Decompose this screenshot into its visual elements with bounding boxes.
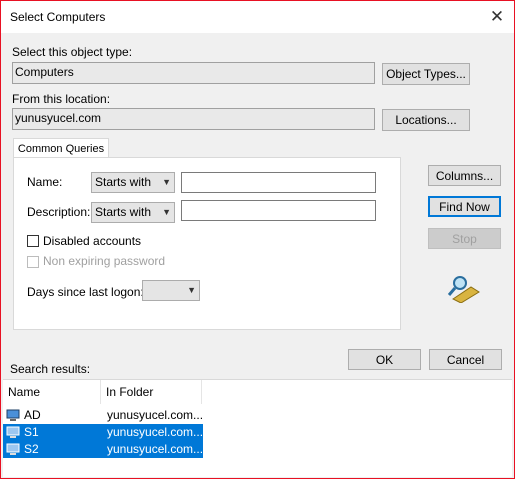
table-row[interactable]: AD yunusyucel.com...: [3, 407, 203, 424]
magnifier-search-icon: [447, 273, 481, 304]
select-computers-dialog: Select Computers ✕ Select this object ty…: [0, 0, 515, 479]
name-mode-select[interactable]: Starts with ▼: [91, 172, 175, 193]
search-results-label: Search results:: [10, 362, 91, 376]
description-mode-select[interactable]: Starts with ▼: [91, 202, 175, 223]
common-queries-panel: Name: Starts with ▼ Description: Starts …: [13, 157, 401, 330]
non-expiring-password-checkbox[interactable]: [27, 256, 39, 268]
find-now-button[interactable]: Find Now: [428, 196, 501, 217]
window-title: Select Computers: [10, 10, 106, 24]
description-mode-value: Starts with: [95, 205, 152, 219]
search-results-list[interactable]: Name In Folder AD yunusyucel.com... S1 y…: [3, 379, 512, 477]
row-name: S2: [24, 442, 39, 456]
object-type-field: Computers: [12, 62, 375, 84]
row-name: S1: [24, 425, 39, 439]
location-label: From this location:: [12, 92, 111, 106]
chevron-down-icon: ▼: [187, 285, 196, 295]
location-field: yunusyucel.com: [12, 108, 375, 130]
row-name: AD: [24, 408, 41, 422]
table-row[interactable]: S2 yunusyucel.com...: [3, 441, 203, 458]
tab-common-queries[interactable]: Common Queries: [13, 138, 109, 159]
chevron-down-icon: ▼: [162, 207, 171, 217]
locations-button[interactable]: Locations...: [382, 109, 470, 131]
cancel-button[interactable]: Cancel: [429, 349, 502, 370]
column-header-name[interactable]: Name: [3, 380, 101, 404]
disabled-accounts-checkbox[interactable]: [27, 235, 39, 247]
table-row[interactable]: S1 yunusyucel.com...: [3, 424, 203, 441]
column-header-in-folder[interactable]: In Folder: [101, 380, 202, 404]
object-types-button[interactable]: Object Types...: [382, 63, 470, 85]
non-expiring-password-label: Non expiring password: [43, 254, 166, 268]
stop-button[interactable]: Stop: [428, 228, 501, 249]
name-label: Name:: [27, 175, 63, 189]
description-input[interactable]: [181, 200, 376, 221]
columns-button[interactable]: Columns...: [428, 165, 501, 186]
disabled-accounts-label: Disabled accounts: [43, 234, 142, 248]
computer-icon: [6, 443, 22, 461]
name-mode-value: Starts with: [95, 175, 152, 189]
object-type-label: Select this object type:: [12, 45, 133, 59]
ok-button[interactable]: OK: [348, 349, 421, 370]
row-folder: yunusyucel.com...: [107, 442, 204, 456]
row-folder: yunusyucel.com...: [107, 425, 204, 439]
days-since-logon-label: Days since last logon:: [27, 285, 144, 299]
days-since-logon-select[interactable]: ▼: [142, 280, 200, 301]
row-folder: yunusyucel.com...: [107, 408, 204, 422]
description-label: Description:: [27, 205, 91, 219]
chevron-down-icon: ▼: [162, 177, 171, 187]
title-bar: Select Computers ✕: [1, 1, 514, 33]
close-icon[interactable]: ✕: [480, 1, 514, 33]
name-input[interactable]: [181, 172, 376, 193]
